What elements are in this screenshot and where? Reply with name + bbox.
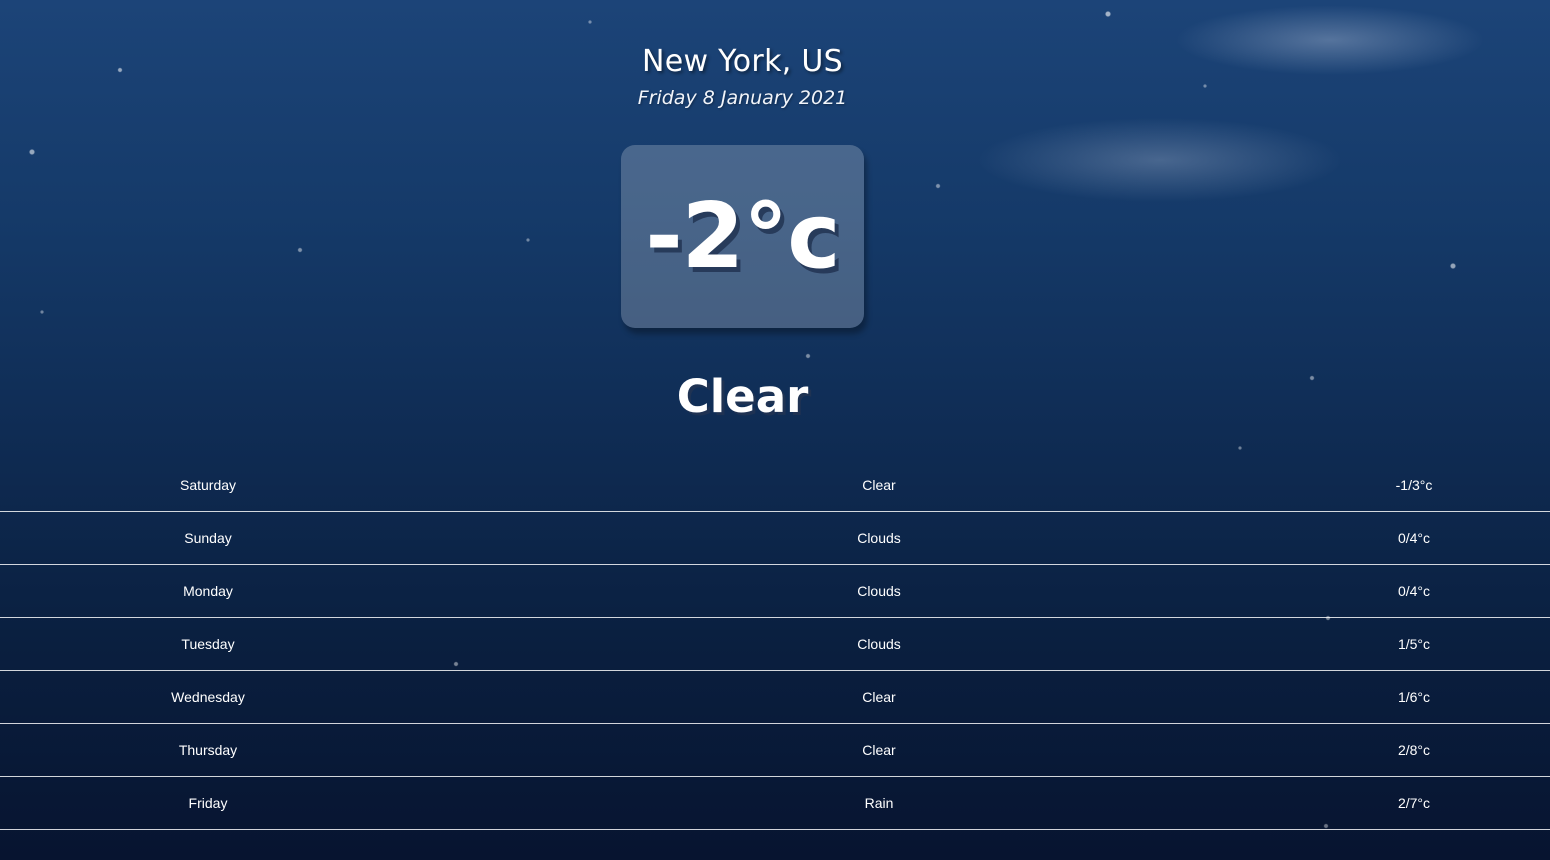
forecast-condition: Clear	[862, 742, 896, 758]
forecast-row: Sunday Clouds 0/4°c	[0, 512, 1550, 565]
forecast-row: Friday Rain 2/7°c	[0, 777, 1550, 830]
forecast-day: Monday	[183, 583, 233, 599]
forecast-condition: Rain	[864, 795, 894, 811]
forecast-condition: Clear	[862, 477, 896, 493]
current-temperature: -2°c	[645, 184, 840, 289]
forecast-row: Tuesday Clouds 1/5°c	[0, 618, 1550, 671]
forecast-row: Thursday Clear 2/8°c	[0, 724, 1550, 777]
forecast-table: Saturday Clear -1/3°c Sunday Clouds 0/4°…	[0, 459, 1550, 830]
forecast-row: Saturday Clear -1/3°c	[0, 459, 1550, 512]
current-condition: Clear	[676, 370, 809, 423]
forecast-day: Sunday	[184, 530, 232, 546]
forecast-temperature-range: 0/4°c	[1397, 530, 1431, 546]
forecast-temperature-range: 1/5°c	[1397, 636, 1431, 652]
forecast-row: Monday Clouds 0/4°c	[0, 565, 1550, 618]
forecast-condition: Clouds	[857, 530, 901, 546]
location-header: New York, US Friday 8 January 2021	[0, 44, 1485, 109]
forecast-row: Wednesday Clear 1/6°c	[0, 671, 1550, 724]
forecast-day: Saturday	[179, 477, 237, 493]
forecast-day: Friday	[188, 795, 228, 811]
location-title: New York, US	[641, 44, 844, 79]
forecast-day: Wednesday	[171, 689, 245, 705]
forecast-temperature-range: -1/3°c	[1395, 477, 1433, 493]
forecast-temperature-range: 2/8°c	[1397, 742, 1431, 758]
forecast-day: Thursday	[178, 742, 238, 758]
current-date: Friday 8 January 2021	[637, 87, 848, 109]
forecast-temperature-range: 2/7°c	[1397, 795, 1431, 811]
forecast-day: Tuesday	[181, 636, 235, 652]
forecast-temperature-range: 0/4°c	[1397, 583, 1431, 599]
temperature-box: -2°c	[621, 145, 864, 328]
forecast-condition: Clouds	[857, 636, 901, 652]
forecast-temperature-range: 1/6°c	[1397, 689, 1431, 705]
forecast-condition: Clouds	[857, 583, 901, 599]
forecast-condition: Clear	[862, 689, 896, 705]
